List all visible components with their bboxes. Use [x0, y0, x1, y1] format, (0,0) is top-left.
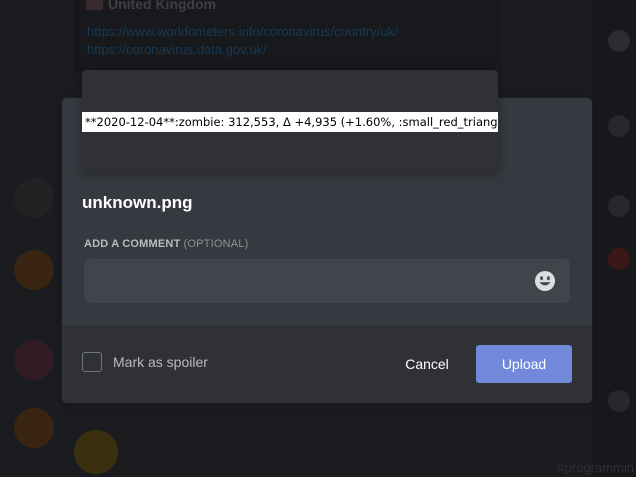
- avatar: [608, 195, 630, 217]
- cancel-button[interactable]: Cancel: [394, 345, 460, 383]
- comment-box: [84, 259, 570, 303]
- avatar: [14, 178, 54, 218]
- avatar: [608, 115, 630, 137]
- avatar: [608, 390, 630, 412]
- spoiler-checkbox[interactable]: [82, 352, 102, 372]
- background-link: https://coronavirus.data.gov.uk/: [87, 42, 267, 57]
- comment-label-text: ADD A COMMENT: [84, 238, 181, 250]
- background-link: https://www.worldometers.info/coronaviru…: [87, 24, 398, 39]
- comment-label: ADD A COMMENT (OPTIONAL): [84, 238, 248, 250]
- avatar: [14, 408, 54, 448]
- image-preview-text: **2020-12-04**:zombie: 312,553, Δ +4,935…: [82, 112, 498, 132]
- avatar: [608, 248, 630, 270]
- background-channel-hint: #programmin: [557, 460, 634, 475]
- smiley-face-icon[interactable]: [534, 270, 556, 292]
- avatar: [14, 340, 54, 380]
- comment-input[interactable]: [94, 259, 514, 303]
- mark-as-spoiler-toggle[interactable]: Mark as spoiler: [82, 352, 208, 372]
- avatar: [608, 30, 630, 52]
- file-name: unknown.png: [82, 193, 193, 212]
- background-embed-title-text: United Kingdom: [108, 0, 217, 12]
- thumbs-up-icon: [74, 430, 118, 474]
- avatar: [14, 250, 54, 290]
- upload-button[interactable]: Upload: [476, 345, 572, 383]
- member-sidebar: [592, 0, 636, 477]
- comment-optional-text: (OPTIONAL): [183, 238, 249, 250]
- uk-flag-icon: [86, 0, 103, 10]
- spoiler-label: Mark as spoiler: [113, 354, 208, 370]
- background-embed-title: United Kingdom: [86, 0, 216, 12]
